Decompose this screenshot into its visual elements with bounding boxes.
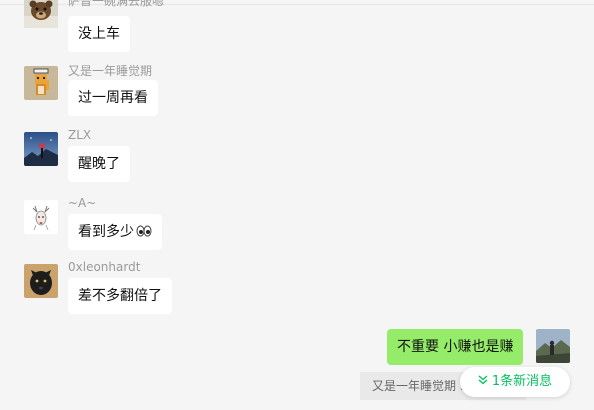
message-bubble[interactable]: 醒晚了	[68, 146, 130, 182]
sender-name: 0xleonhardt	[68, 260, 141, 274]
new-messages-label: 1条新消息	[491, 374, 553, 389]
message-bubble[interactable]: 看到多少	[68, 214, 162, 250]
chat-window: 萨普一碗满去服嗯 没上车 又是一年睡觉期 过一周再看 ZLX 醒晚了 ~A~ 看…	[0, 0, 594, 410]
message-text: 看到多少	[78, 224, 134, 240]
sender-name: ~A~	[68, 196, 97, 210]
bear-avatar-icon[interactable]	[24, 0, 58, 28]
new-messages-button[interactable]: 1条新消息	[460, 367, 570, 397]
night-sky-avatar-icon[interactable]	[24, 132, 58, 166]
message-bubble[interactable]: 没上车	[68, 16, 130, 52]
deer-sketch-avatar-icon[interactable]	[24, 200, 58, 234]
sender-name: ZLX	[68, 128, 92, 142]
black-dog-avatar-icon[interactable]	[24, 264, 58, 298]
pixel-art-avatar-icon[interactable]	[24, 66, 58, 100]
sender-name: 又是一年睡觉期	[68, 64, 153, 78]
message-bubble-self[interactable]: 不重要 小赚也是赚	[387, 329, 524, 365]
eyes-emoji-icon	[136, 216, 152, 252]
sender-name: 萨普一碗满去服嗯	[68, 0, 165, 8]
mountain-photo-avatar-icon[interactable]	[536, 329, 570, 363]
double-chevron-down-icon	[478, 367, 488, 397]
message-bubble[interactable]: 过一周再看	[68, 80, 158, 116]
message-bubble[interactable]: 差不多翻倍了	[68, 278, 172, 314]
